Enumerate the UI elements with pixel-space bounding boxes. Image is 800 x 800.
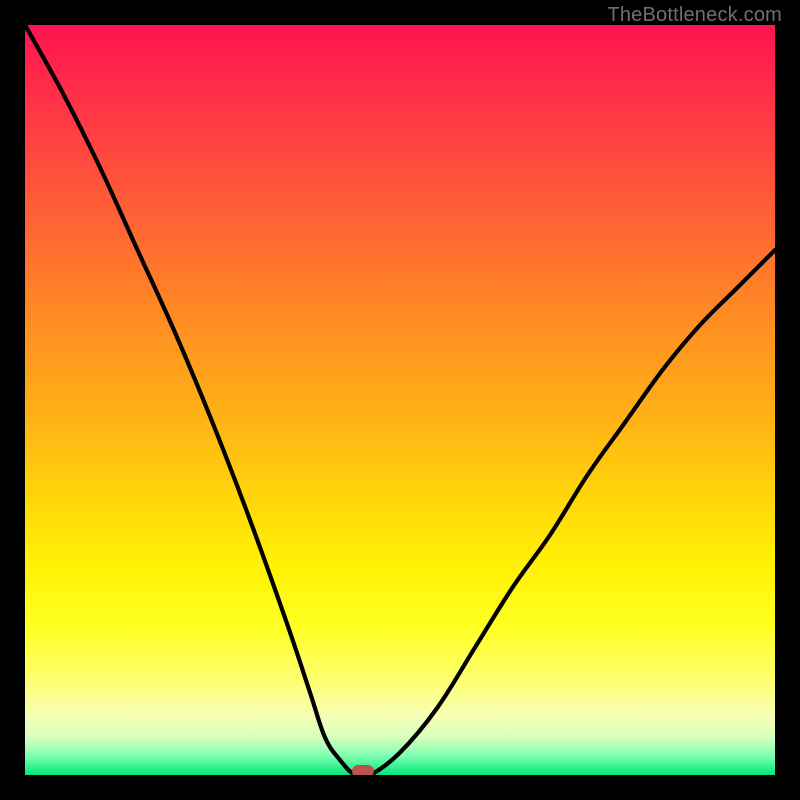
chart-frame: TheBottleneck.com <box>0 0 800 800</box>
optimal-marker <box>352 765 374 775</box>
watermark-text: TheBottleneck.com <box>607 4 782 27</box>
curve-layer <box>25 25 775 775</box>
plot-area <box>25 25 775 775</box>
bottleneck-curve <box>25 25 775 775</box>
